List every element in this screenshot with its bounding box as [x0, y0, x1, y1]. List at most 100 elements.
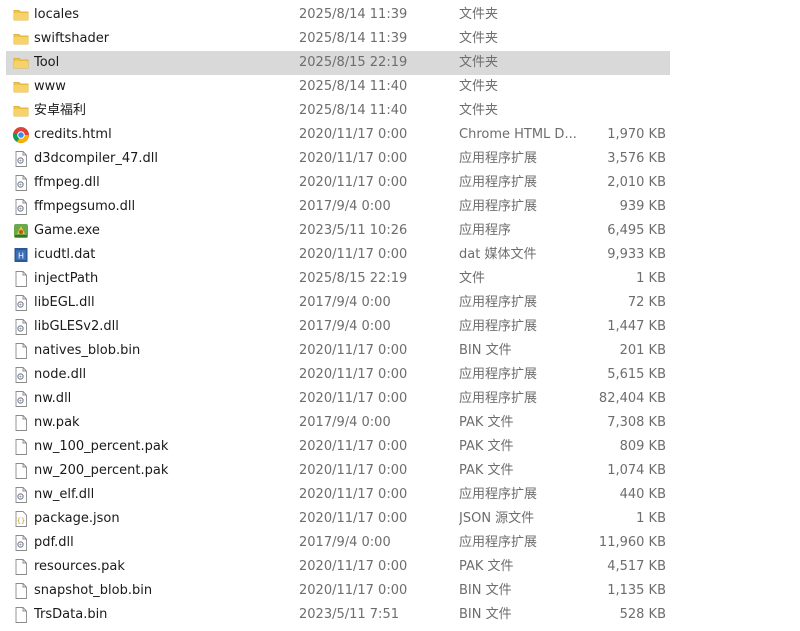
- file-size: 939 KB: [619, 199, 666, 214]
- exe-icon: [12, 222, 30, 240]
- file-row[interactable]: nw_100_percent.pak 2020/11/17 0:00 PAK 文件 8…: [6, 435, 670, 459]
- file-row[interactable]: nw.pak 2017/9/4 0:00 PAK 文件 7,308 KB: [6, 411, 670, 435]
- file-name: resources.pak: [34, 559, 125, 574]
- dll-icon: [12, 390, 30, 408]
- file-icon: [12, 414, 30, 432]
- file-name: 安卓福利: [34, 103, 87, 118]
- folder-icon: [12, 6, 30, 24]
- json-icon: {}: [12, 510, 30, 528]
- file-modified-date: 2025/8/15 22:19: [299, 55, 408, 70]
- file-size: [566, 3, 666, 27]
- file-icon: [12, 270, 30, 288]
- file-icon: [12, 558, 30, 576]
- folder-icon: [12, 78, 30, 96]
- file-row[interactable]: snapshot_blob.bin 2020/11/17 0:00 BIN 文件 1,…: [6, 579, 670, 603]
- file-name: credits.html: [34, 127, 112, 142]
- file-name: libGLESv2.dll: [34, 319, 119, 334]
- file-name: d3dcompiler_47.dll: [34, 151, 159, 166]
- file-name: nw.pak: [34, 415, 80, 430]
- file-row[interactable]: nw.dll 2020/11/17 0:00 应用程序扩展 82,404 KB: [6, 387, 670, 411]
- file-row[interactable]: TrsData.bin 2023/5/11 7:51 BIN 文件 528 KB: [6, 603, 670, 627]
- file-row[interactable]: ffmpeg.dll 2020/11/17 0:00 应用程序扩展 2,010 KB: [6, 171, 670, 195]
- file-row[interactable]: node.dll 2020/11/17 0:00 应用程序扩展 5,615 KB: [6, 363, 670, 387]
- file-name: Game.exe: [34, 223, 100, 238]
- file-row[interactable]: injectPath 2025/8/15 22:19 文件 1 KB: [6, 267, 670, 291]
- file-icon: [12, 342, 30, 360]
- file-name: nw.dll: [34, 391, 72, 406]
- file-row[interactable]: natives_blob.bin 2020/11/17 0:00 BIN 文件 201…: [6, 339, 670, 363]
- dll-icon: [12, 366, 30, 384]
- file-name: nw_100_percent.pak: [34, 439, 169, 454]
- file-row[interactable]: swiftshader 2025/8/14 11:39 文件夹: [6, 27, 670, 51]
- file-row[interactable]: resources.pak 2020/11/17 0:00 PAK 文件 4,517 …: [6, 555, 670, 579]
- file-modified-date: 2020/11/17 0:00: [299, 247, 408, 262]
- file-modified-date: 2020/11/17 0:00: [299, 583, 408, 598]
- file-modified-date: 2017/9/4 0:00: [299, 535, 391, 550]
- file-size: 7,308 KB: [607, 415, 666, 430]
- file-name: www: [34, 79, 66, 94]
- file-modified-date: 2020/11/17 0:00: [299, 463, 408, 478]
- dll-icon: [12, 198, 30, 216]
- folder-icon: [12, 30, 30, 48]
- file-name: injectPath: [34, 271, 99, 286]
- dll-icon: [12, 534, 30, 552]
- file-modified-date: 2020/11/17 0:00: [299, 367, 408, 382]
- file-modified-date: 2025/8/14 11:40: [299, 103, 408, 118]
- file-size: 809 KB: [619, 439, 666, 454]
- file-row[interactable]: Game.exe 2023/5/11 10:26 应用程序 6,495 KB: [6, 219, 670, 243]
- file-name: ffmpeg.dll: [34, 175, 100, 190]
- file-row[interactable]: ffmpegsumo.dll 2017/9/4 0:00 应用程序扩展 939 KB: [6, 195, 670, 219]
- file-size: 82,404 KB: [598, 391, 666, 406]
- file-name: TrsData.bin: [34, 607, 108, 622]
- file-row[interactable]: nw_200_percent.pak 2020/11/17 0:00 PAK 文件 1…: [6, 459, 670, 483]
- dat-icon: H: [12, 246, 30, 264]
- file-name: ffmpegsumo.dll: [34, 199, 136, 214]
- dll-icon: [12, 150, 30, 168]
- file-row[interactable]: {} package.json 2020/11/17 0:00 JSON 源文件 1 K…: [6, 507, 670, 531]
- file-name: nw_200_percent.pak: [34, 463, 169, 478]
- svg-text:H: H: [18, 252, 24, 261]
- file-row[interactable]: d3dcompiler_47.dll 2020/11/17 0:00 应用程序扩展 3…: [6, 147, 670, 171]
- file-row[interactable]: Tool 2025/8/15 22:19 文件夹: [6, 51, 670, 75]
- file-modified-date: 2020/11/17 0:00: [299, 343, 408, 358]
- file-name: swiftshader: [34, 31, 110, 46]
- file-icon: [12, 462, 30, 480]
- file-row[interactable]: locales 2025/8/14 11:39 文件夹: [6, 3, 670, 27]
- file-modified-date: 2020/11/17 0:00: [299, 559, 408, 574]
- dll-icon: [12, 174, 30, 192]
- file-modified-date: 2025/8/14 11:39: [299, 7, 408, 22]
- file-size: 1,970 KB: [607, 127, 666, 142]
- file-name: libEGL.dll: [34, 295, 95, 310]
- file-modified-date: 2017/9/4 0:00: [299, 415, 391, 430]
- file-size: 6,495 KB: [607, 223, 666, 238]
- file-row[interactable]: libGLESv2.dll 2017/9/4 0:00 应用程序扩展 1,447 KB: [6, 315, 670, 339]
- file-modified-date: 2020/11/17 0:00: [299, 391, 408, 406]
- file-size: 11,960 KB: [598, 535, 666, 550]
- file-list: locales 2025/8/14 11:39 文件夹 swiftshader 2025…: [0, 0, 800, 631]
- file-size: 1,074 KB: [607, 463, 666, 478]
- file-modified-date: 2025/8/14 11:39: [299, 31, 408, 46]
- file-modified-date: 2017/9/4 0:00: [299, 295, 391, 310]
- chrome-html-icon: [12, 126, 30, 144]
- file-size: 1 KB: [636, 511, 666, 526]
- file-icon: [12, 438, 30, 456]
- file-row[interactable]: 安卓福利 2025/8/14 11:40 文件夹: [6, 99, 670, 123]
- file-row[interactable]: nw_elf.dll 2020/11/17 0:00 应用程序扩展 440 KB: [6, 483, 670, 507]
- file-icon: [12, 606, 30, 624]
- file-name: pdf.dll: [34, 535, 74, 550]
- file-row[interactable]: credits.html 2020/11/17 0:00 Chrome HTML D…: [6, 123, 670, 147]
- file-name: icudtl.dat: [34, 247, 96, 262]
- file-modified-date: 2025/8/14 11:40: [299, 79, 408, 94]
- file-row[interactable]: pdf.dll 2017/9/4 0:00 应用程序扩展 11,960 KB: [6, 531, 670, 555]
- file-row[interactable]: Hicudtl.dat 2020/11/17 0:00 dat 媒体文件 9,933 …: [6, 243, 670, 267]
- svg-text:{}: {}: [17, 517, 25, 525]
- file-size: 5,615 KB: [607, 367, 666, 382]
- file-row[interactable]: libEGL.dll 2017/9/4 0:00 应用程序扩展 72 KB: [6, 291, 670, 315]
- file-modified-date: 2020/11/17 0:00: [299, 151, 408, 166]
- dll-icon: [12, 294, 30, 312]
- file-size: 4,517 KB: [607, 559, 666, 574]
- file-modified-date: 2023/5/11 10:26: [299, 223, 408, 238]
- file-modified-date: 2020/11/17 0:00: [299, 487, 408, 502]
- file-size: [566, 27, 666, 51]
- file-row[interactable]: www 2025/8/14 11:40 文件夹: [6, 75, 670, 99]
